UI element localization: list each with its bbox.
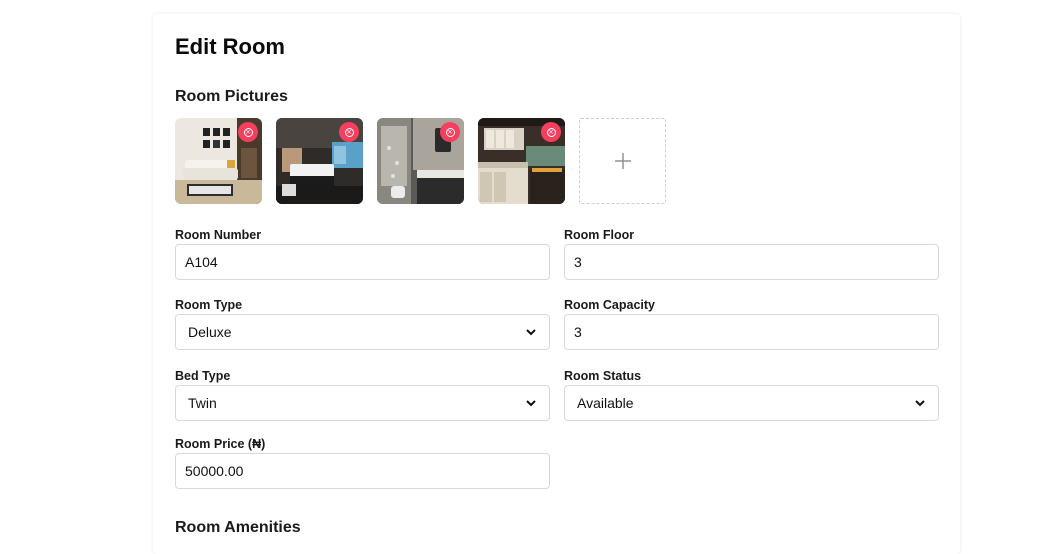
room-price-input[interactable]: 50000.00 bbox=[175, 453, 550, 489]
room-status-select[interactable]: Available bbox=[564, 385, 939, 421]
remove-picture-button[interactable]: × bbox=[541, 122, 561, 142]
room-picture-bathroom[interactable]: × bbox=[377, 118, 464, 204]
room-price-value: 50000.00 bbox=[185, 463, 244, 479]
room-floor-value: 3 bbox=[574, 254, 582, 270]
room-floor-input[interactable]: 3 bbox=[564, 244, 939, 280]
room-type-value: Deluxe bbox=[188, 324, 232, 340]
edit-room-card: Edit Room Room Pictures × × × × Room Num… bbox=[153, 14, 960, 554]
plus-icon bbox=[614, 153, 631, 169]
chevron-down-icon bbox=[526, 329, 536, 336]
room-capacity-input[interactable]: 3 bbox=[564, 314, 939, 350]
room-number-value: A104 bbox=[185, 254, 218, 270]
circle-x-icon: × bbox=[445, 127, 455, 137]
add-picture-button[interactable] bbox=[579, 118, 666, 204]
room-pictures-gallery: × × × × bbox=[175, 118, 675, 204]
room-picture-kitchen[interactable]: × bbox=[478, 118, 565, 204]
room-floor-label: Room Floor bbox=[564, 228, 635, 242]
chevron-down-icon bbox=[915, 400, 925, 407]
room-amenities-heading: Room Amenities bbox=[175, 519, 301, 536]
remove-picture-button[interactable]: × bbox=[440, 122, 460, 142]
room-capacity-value: 3 bbox=[574, 324, 582, 340]
room-picture-living-room[interactable]: × bbox=[175, 118, 262, 204]
room-status-value: Available bbox=[577, 395, 634, 411]
room-picture-bedroom[interactable]: × bbox=[276, 118, 363, 204]
room-type-select[interactable]: Deluxe bbox=[175, 314, 550, 350]
chevron-down-icon bbox=[526, 400, 536, 407]
room-status-label: Room Status bbox=[564, 369, 642, 383]
room-pictures-heading: Room Pictures bbox=[175, 88, 288, 105]
circle-x-icon: × bbox=[243, 127, 253, 137]
room-number-input[interactable]: A104 bbox=[175, 244, 550, 280]
bed-type-select[interactable]: Twin bbox=[175, 385, 550, 421]
page-title: Edit Room bbox=[175, 34, 285, 59]
room-number-label: Room Number bbox=[175, 228, 262, 242]
bed-type-label: Bed Type bbox=[175, 369, 231, 383]
circle-x-icon: × bbox=[344, 127, 354, 137]
remove-picture-button[interactable]: × bbox=[339, 122, 359, 142]
room-type-label: Room Type bbox=[175, 298, 243, 312]
room-capacity-label: Room Capacity bbox=[564, 298, 655, 312]
remove-picture-button[interactable]: × bbox=[238, 122, 258, 142]
room-price-label: Room Price (₦) bbox=[175, 437, 266, 451]
bed-type-value: Twin bbox=[188, 395, 217, 411]
circle-x-icon: × bbox=[546, 127, 556, 137]
